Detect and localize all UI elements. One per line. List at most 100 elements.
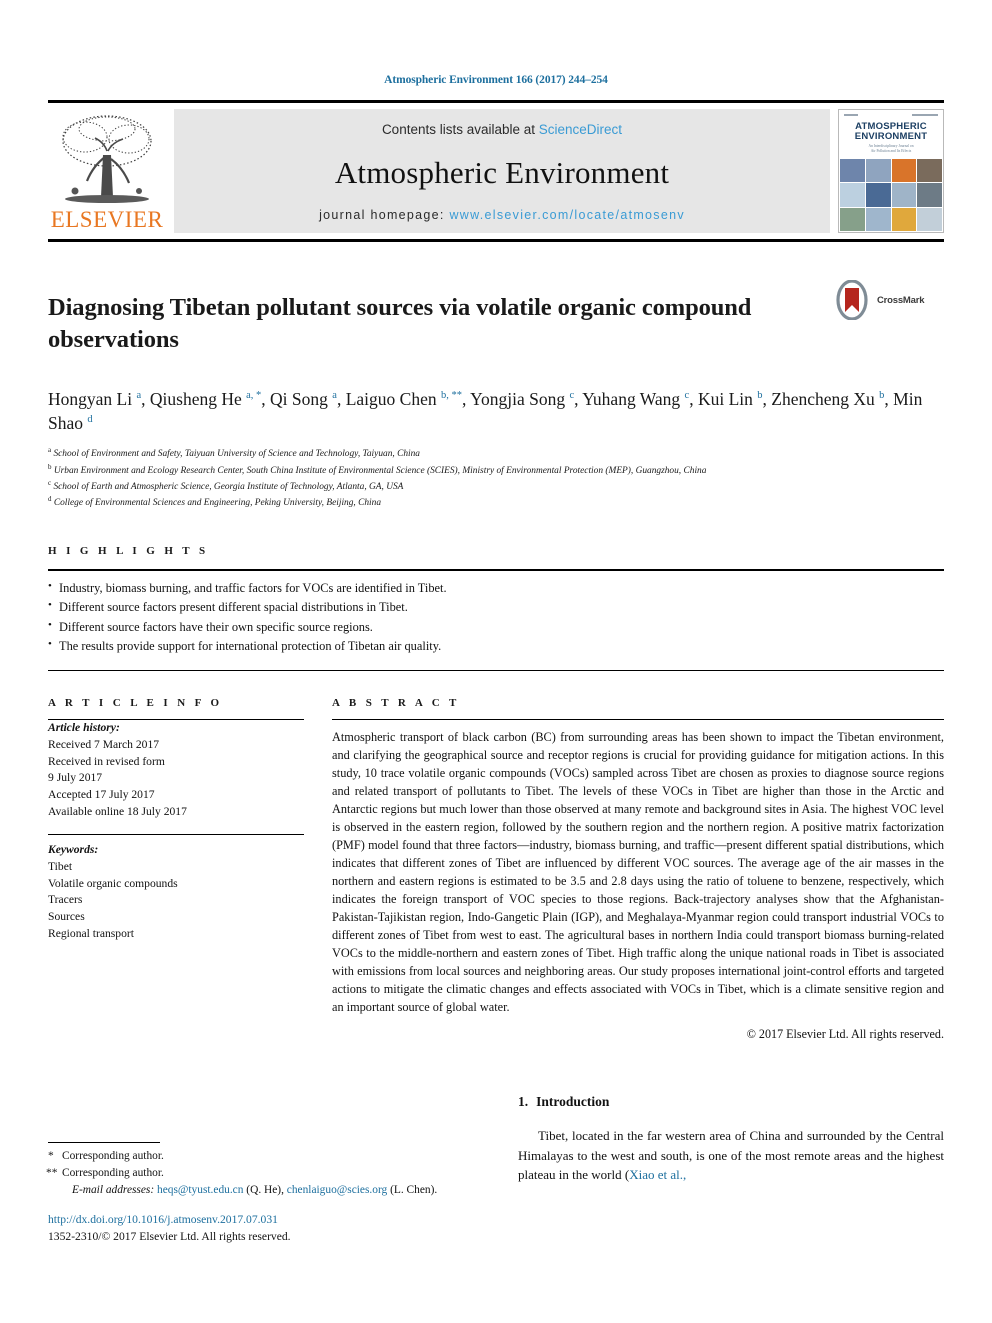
keyword-item: Sources bbox=[48, 910, 85, 924]
affiliation-list: a School of Environment and Safety, Taiy… bbox=[48, 445, 944, 511]
masthead-center: Contents lists available at ScienceDirec… bbox=[174, 109, 830, 233]
cover-tile bbox=[891, 159, 917, 183]
article-history-label: Article history: bbox=[48, 721, 120, 735]
author-name: Qiusheng He bbox=[149, 388, 242, 409]
introduction-paragraph: Tibet, located in the far western area o… bbox=[518, 1126, 944, 1185]
paper-page: Atmospheric Environment 166 (2017) 244–2… bbox=[0, 0, 992, 1323]
section-number: 1. bbox=[518, 1094, 529, 1109]
history-item: Accepted 17 July 2017 bbox=[48, 788, 155, 801]
affiliation-item: c School of Earth and Atmospheric Scienc… bbox=[48, 478, 944, 494]
elsevier-wordmark: ELSEVIER bbox=[50, 207, 164, 232]
section-heading-introduction: 1. Introduction bbox=[518, 1094, 944, 1110]
keywords-label: Keywords: bbox=[48, 843, 99, 857]
email-person-he: (Q. He), bbox=[246, 1184, 284, 1197]
email-link-he[interactable]: heqs@tyust.edu.cn bbox=[157, 1184, 243, 1196]
affiliation-item: a School of Environment and Safety, Taiy… bbox=[48, 445, 944, 461]
abstract-text: Atmospheric transport of black carbon (B… bbox=[332, 730, 944, 1014]
author-item: Laiguo Chen b, **, bbox=[345, 388, 467, 409]
imprint-block: http://dx.doi.org/10.1016/j.atmosenv.201… bbox=[48, 1212, 291, 1246]
cover-tile bbox=[891, 183, 917, 207]
journal-homepage-line: journal homepage: www.elsevier.com/locat… bbox=[319, 208, 685, 222]
article-info-heading: A R T I C L E I N F O bbox=[48, 697, 223, 710]
affiliation-item: d College of Environmental Sciences and … bbox=[48, 494, 944, 510]
cover-tile bbox=[865, 207, 891, 231]
author-item: Kui Lin b, bbox=[697, 388, 767, 409]
author-item: Zhencheng Xu b, bbox=[771, 388, 889, 409]
affiliation-text: School of Earth and Atmospheric Science,… bbox=[53, 482, 404, 493]
footnote-mark-asterisk: * bbox=[48, 1150, 54, 1162]
crossmark-icon bbox=[836, 280, 868, 320]
history-item: Available online 18 July 2017 bbox=[48, 804, 187, 818]
footnote-text: Corresponding author. bbox=[62, 1150, 164, 1162]
list-item: Different source factors present differe… bbox=[48, 597, 944, 617]
author-affiliation-marks: a bbox=[332, 389, 337, 401]
highlights-list: Industry, biomass burning, and traffic f… bbox=[48, 578, 944, 656]
cover-tile bbox=[840, 183, 865, 207]
cover-title-line2: ENVIRONMENT bbox=[854, 130, 928, 142]
email-link-chen[interactable]: chenlaiguo@scies.org bbox=[287, 1184, 387, 1196]
footnote-corresponding-1: * Corresponding author. bbox=[48, 1148, 468, 1165]
list-item: Industry, biomass burning, and traffic f… bbox=[48, 578, 944, 598]
footnote-corresponding-2: ** Corresponding author. bbox=[46, 1165, 468, 1182]
author-affiliation-marks: a, * bbox=[246, 389, 262, 401]
author-name: Hongyan Li bbox=[48, 388, 133, 409]
author-name: Zhencheng Xu bbox=[771, 388, 875, 409]
footnote-rule bbox=[48, 1142, 160, 1143]
footnote-block: * Corresponding author. ** Corresponding… bbox=[46, 1142, 468, 1199]
keyword-item: Volatile organic compounds bbox=[48, 876, 178, 890]
history-item: Received in revised form bbox=[48, 754, 165, 768]
contents-prefix: Contents lists available at bbox=[381, 122, 539, 137]
body-column-right: 1. Introduction Tibet, located in the far… bbox=[496, 1068, 944, 1185]
author-item: Yongjia Song c, bbox=[470, 388, 579, 409]
cover-tile bbox=[917, 207, 942, 231]
sciencedirect-link[interactable]: ScienceDirect bbox=[539, 122, 622, 137]
highlights-section: H I G H L I G H T S Industry, biomass bu… bbox=[48, 544, 944, 672]
footnote-mark-double-asterisk: ** bbox=[46, 1167, 58, 1180]
author-item: Hongyan Li a, bbox=[48, 388, 146, 409]
highlights-bottom-rule bbox=[48, 670, 944, 672]
author-name: Yuhang Wang bbox=[582, 388, 681, 409]
footnote-text: Corresponding author. bbox=[62, 1167, 164, 1180]
author-item: Qiusheng He a, *, bbox=[149, 388, 266, 409]
contents-available-line: Contents lists available at ScienceDirec… bbox=[382, 122, 622, 137]
affiliation-text: Urban Environment and Ecology Research C… bbox=[53, 465, 707, 476]
author-affiliation-marks: c bbox=[684, 389, 690, 401]
journal-title: Atmospheric Environment bbox=[334, 154, 670, 190]
cover-tile bbox=[891, 207, 917, 231]
doi-link[interactable]: http://dx.doi.org/10.1016/j.atmosenv.201… bbox=[48, 1212, 291, 1229]
cover-image-grid bbox=[839, 158, 943, 232]
footnote-emails: E-mail addresses: heqs@tyust.edu.cn (Q. … bbox=[48, 1182, 468, 1199]
history-item: 9 July 2017 bbox=[48, 771, 103, 785]
cover-bar-right bbox=[912, 114, 938, 116]
abstract-column: A B S T R A C T Atmospheric transport of… bbox=[332, 697, 944, 1041]
keyword-item: Regional transport bbox=[48, 926, 134, 940]
affiliation-text: School of Environment and Safety, Taiyua… bbox=[53, 449, 420, 460]
crossmark-label: CrossMark bbox=[877, 294, 925, 306]
author-affiliation-marks: b bbox=[757, 389, 763, 401]
journal-masthead: ELSEVIER Contents lists available at Sci… bbox=[48, 100, 944, 242]
history-item: Received 7 March 2017 bbox=[48, 737, 160, 751]
author-item: Qi Song a, bbox=[270, 388, 342, 409]
issn-copyright-line: 1352-2310/© 2017 Elsevier Ltd. All right… bbox=[48, 1229, 291, 1243]
author-name: Kui Lin bbox=[697, 388, 753, 409]
title-row: Diagnosing Tibetan pollutant sources via… bbox=[48, 276, 944, 373]
abstract-rule bbox=[332, 719, 944, 721]
citation-link[interactable]: Xiao et al., bbox=[629, 1167, 686, 1182]
keywords-block: Keywords: Tibet Volatile organic compoun… bbox=[48, 842, 304, 942]
cover-tile bbox=[865, 159, 891, 183]
author-affiliation-marks: d bbox=[87, 414, 93, 426]
homepage-url-link[interactable]: www.elsevier.com/locate/atmosenv bbox=[449, 208, 684, 222]
abstract-heading: A B S T R A C T bbox=[332, 697, 460, 710]
author-affiliation-marks: b bbox=[879, 389, 885, 401]
highlights-heading: H I G H L I G H T S bbox=[48, 544, 209, 557]
homepage-prefix: journal homepage: bbox=[319, 208, 450, 222]
cover-tile bbox=[840, 207, 865, 231]
cover-bar-left bbox=[844, 114, 858, 116]
cover-tile bbox=[917, 159, 942, 183]
intro-text: Tibet, located in the far western area o… bbox=[518, 1128, 944, 1182]
footnote-list: * Corresponding author. ** Corresponding… bbox=[46, 1148, 468, 1199]
journal-cover-thumbnail: ATMOSPHERIC ENVIRONMENT An Interdiscipli… bbox=[838, 109, 944, 233]
crossmark-badge[interactable]: CrossMark bbox=[832, 276, 944, 320]
author-item: Yuhang Wang c, bbox=[582, 388, 694, 409]
author-name: Qi Song bbox=[270, 388, 328, 409]
